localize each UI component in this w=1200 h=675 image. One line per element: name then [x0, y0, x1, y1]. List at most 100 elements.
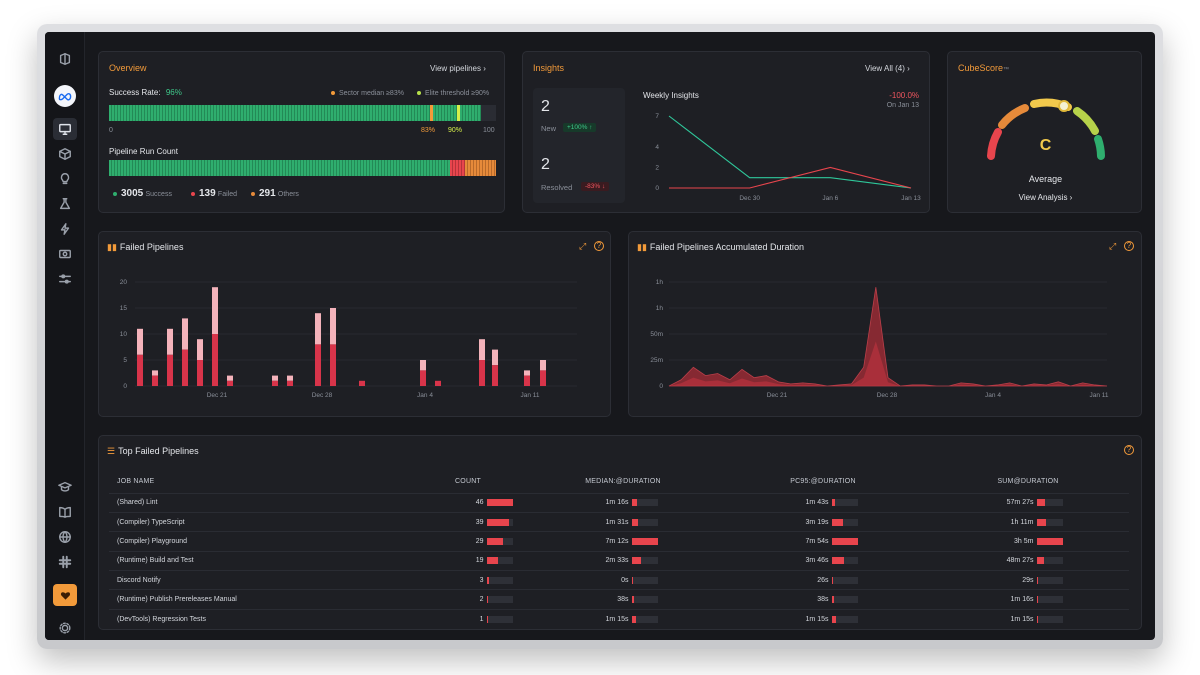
heart-icon[interactable] [53, 584, 77, 606]
table-row[interactable]: (Shared) Lint 46 1m 16s 1m 43s 57m 27s [109, 492, 1129, 513]
pc95-value: 1m 15s [805, 615, 829, 623]
sum-bar-fill [1036, 576, 1038, 584]
median-wrap: 38s [589, 596, 658, 604]
bar-light-segment [420, 360, 426, 371]
sum-bar [1036, 499, 1063, 507]
sum-cell: 1m 15s [919, 608, 1129, 629]
graduation-cap-icon[interactable] [53, 476, 77, 498]
col-median-duration[interactable]: MEDIAN:@DURATION [519, 470, 719, 493]
job-name-cell[interactable]: (Runtime) Publish Prereleases Manual [109, 589, 409, 610]
pc95-wrap: 7m 54s [789, 537, 858, 545]
median-bar [631, 576, 658, 584]
bar-dark-segment [524, 375, 530, 386]
pc95-cell: 38s [719, 589, 919, 610]
expand-icon[interactable]: ⤢ [1109, 241, 1116, 252]
bar-dark-segment [182, 349, 188, 386]
globe-icon[interactable] [53, 526, 77, 548]
insights-stats-panel: 2 New +100% ↑ 2 Resolved -83% ↓ [533, 88, 625, 203]
bar-light-segment [540, 360, 546, 371]
org-avatar-meta-icon[interactable] [54, 85, 76, 107]
accum-duration-chart: 0 25m 50m 1h 1h Dec 21 Dec 28 Jan 4 Jan 11 [650, 279, 1109, 399]
view-pipelines-link[interactable]: View pipelines › [430, 64, 486, 73]
pc95-bar-fill [831, 615, 836, 623]
job-name-cell[interactable]: (Runtime) Build and Test [109, 550, 409, 571]
count-wrap: 29 [424, 537, 513, 545]
cube-icon[interactable] [53, 143, 77, 165]
median-bar [631, 615, 658, 623]
success-axis-start: 0 [109, 127, 113, 134]
count-bar [486, 557, 513, 565]
median-bar [631, 518, 658, 526]
expand-icon[interactable]: ⤢ [579, 241, 586, 252]
sum-bar [1036, 596, 1063, 604]
sector-median-text: Sector median ≥83% [339, 90, 404, 97]
sum-cell: 57m 27s [919, 492, 1129, 513]
table-row[interactable]: Discord Notify 3 0s 26s 29s [109, 570, 1129, 590]
table-row[interactable]: (Compiler) Playground 29 7m 12s 7m 54s 3h 5m [109, 531, 1129, 552]
job-name-cell[interactable]: (Compiler) TypeScript [109, 511, 409, 532]
insights-title: Insights [533, 63, 565, 73]
help-icon[interactable]: ? [594, 241, 604, 251]
job-name-cell[interactable]: Discord Notify [109, 570, 409, 590]
y-tick-label: 0 [659, 383, 663, 390]
sliders-icon[interactable] [53, 268, 77, 290]
bar-light-segment [492, 349, 498, 366]
settings-gear-icon[interactable] [53, 617, 77, 639]
elite-threshold-dot [417, 91, 421, 96]
col-sum-duration[interactable]: SUM@DURATION [919, 470, 1129, 493]
lightbulb-icon[interactable] [53, 168, 77, 190]
median-wrap: 2m 33s [589, 557, 658, 565]
table-row[interactable]: (Runtime) Build and Test 19 2m 33s 3m 46s 48… [109, 550, 1129, 571]
elite-threshold-marker [457, 105, 460, 121]
col-pc95-duration[interactable]: PC95:@DURATION [719, 470, 919, 493]
count-cell: 19 [409, 550, 519, 571]
x-tick-label: Jan 4 [985, 392, 1001, 399]
sum-cell: 3h 5m [919, 531, 1129, 552]
pc95-wrap: 26s [789, 576, 858, 584]
col-count[interactable]: COUNT [409, 470, 519, 493]
chevron-right-icon: › [1067, 193, 1073, 202]
others-dot [251, 191, 255, 196]
median-value: 1m 15s [605, 615, 629, 623]
gauge-needle-marker [1058, 100, 1070, 112]
pc95-bar [831, 518, 858, 526]
median-wrap: 1m 31s [589, 518, 658, 526]
help-icon[interactable]: ? [1124, 445, 1134, 455]
bar-light-segment [287, 375, 293, 381]
app-logo-icon[interactable] [53, 48, 77, 70]
slack-icon[interactable] [53, 551, 77, 573]
view-all-insights-link[interactable]: View All (4) › [865, 64, 910, 73]
bar-light-segment [227, 375, 233, 381]
y-tick-label: 10 [120, 331, 128, 338]
view-analysis-label: View Analysis [1018, 193, 1068, 202]
success-axis-end: 100 [483, 127, 495, 134]
job-name-cell[interactable]: (Shared) Lint [109, 492, 409, 513]
dashboard-monitor-icon[interactable] [53, 118, 77, 140]
sum-value: 48m 27s [1006, 557, 1034, 565]
count-wrap: 1 [424, 615, 513, 623]
median-bar [631, 499, 658, 507]
table-row[interactable]: (Compiler) TypeScript 39 1m 31s 3m 19s 1h 11… [109, 511, 1129, 532]
book-icon[interactable] [53, 501, 77, 523]
failed-pipelines-title: Failed Pipelines [119, 242, 184, 252]
col-job-name[interactable]: JOB NAME [109, 470, 409, 493]
bar-dark-segment [435, 380, 441, 386]
count-cell: 1 [409, 608, 519, 629]
pc95-bar-fill [831, 596, 834, 604]
money-icon[interactable] [53, 243, 77, 265]
resolved-insights-value: 2 [541, 156, 550, 173]
view-analysis-link[interactable]: View Analysis › [948, 193, 1143, 202]
bar-dark-segment [152, 375, 158, 386]
table-row[interactable]: (DevTools) Regression Tests 1 1m 15s 1m 15s… [109, 608, 1129, 629]
job-name-cell[interactable]: (Compiler) Playground [109, 531, 409, 552]
pc95-value: 3m 19s [805, 518, 829, 526]
count-value: 39 [475, 518, 484, 526]
count-cell: 29 [409, 531, 519, 552]
lightning-icon[interactable] [53, 218, 77, 240]
y-tick-label: 25m [650, 357, 663, 364]
table-row[interactable]: (Runtime) Publish Prereleases Manual 2 38s… [109, 589, 1129, 610]
flask-icon[interactable] [53, 193, 77, 215]
job-name-cell[interactable]: (DevTools) Regression Tests [109, 608, 409, 629]
success-axis-83: 83% [421, 127, 436, 134]
help-icon[interactable]: ? [1124, 241, 1134, 251]
